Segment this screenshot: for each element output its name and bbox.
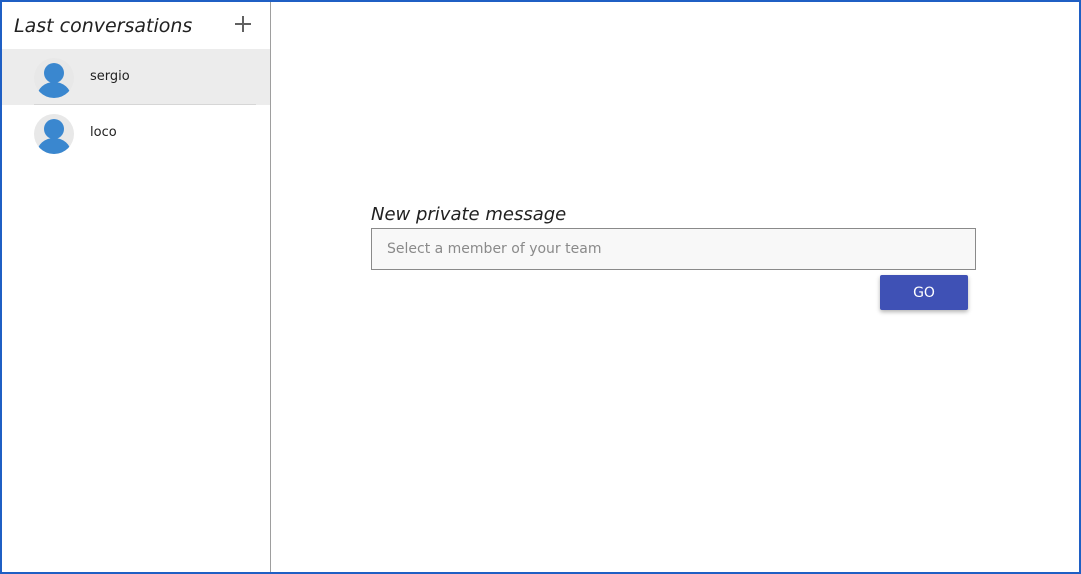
conversation-name: sergio <box>90 69 130 84</box>
new-message-title: New private message <box>371 204 567 225</box>
conversation-list: sergio loco <box>2 49 270 161</box>
user-avatar-icon <box>34 58 74 98</box>
conversation-item-sergio[interactable]: sergio <box>2 49 270 105</box>
conversation-name: loco <box>90 125 117 140</box>
new-private-message-form: New private message GO <box>371 204 977 310</box>
user-avatar-icon <box>34 114 74 154</box>
sidebar-title: Last conversations <box>14 15 193 37</box>
sidebar-header: Last conversations <box>2 2 270 49</box>
go-button[interactable]: GO <box>880 275 968 310</box>
conversations-sidebar: Last conversations sergio loco <box>2 2 271 572</box>
add-conversation-button[interactable] <box>232 13 254 35</box>
conversation-item-loco[interactable]: loco <box>2 105 270 161</box>
member-search-input[interactable] <box>371 228 976 270</box>
app-window: Last conversations sergio loco New priva… <box>0 0 1081 574</box>
main-panel: New private message GO <box>271 2 1079 572</box>
